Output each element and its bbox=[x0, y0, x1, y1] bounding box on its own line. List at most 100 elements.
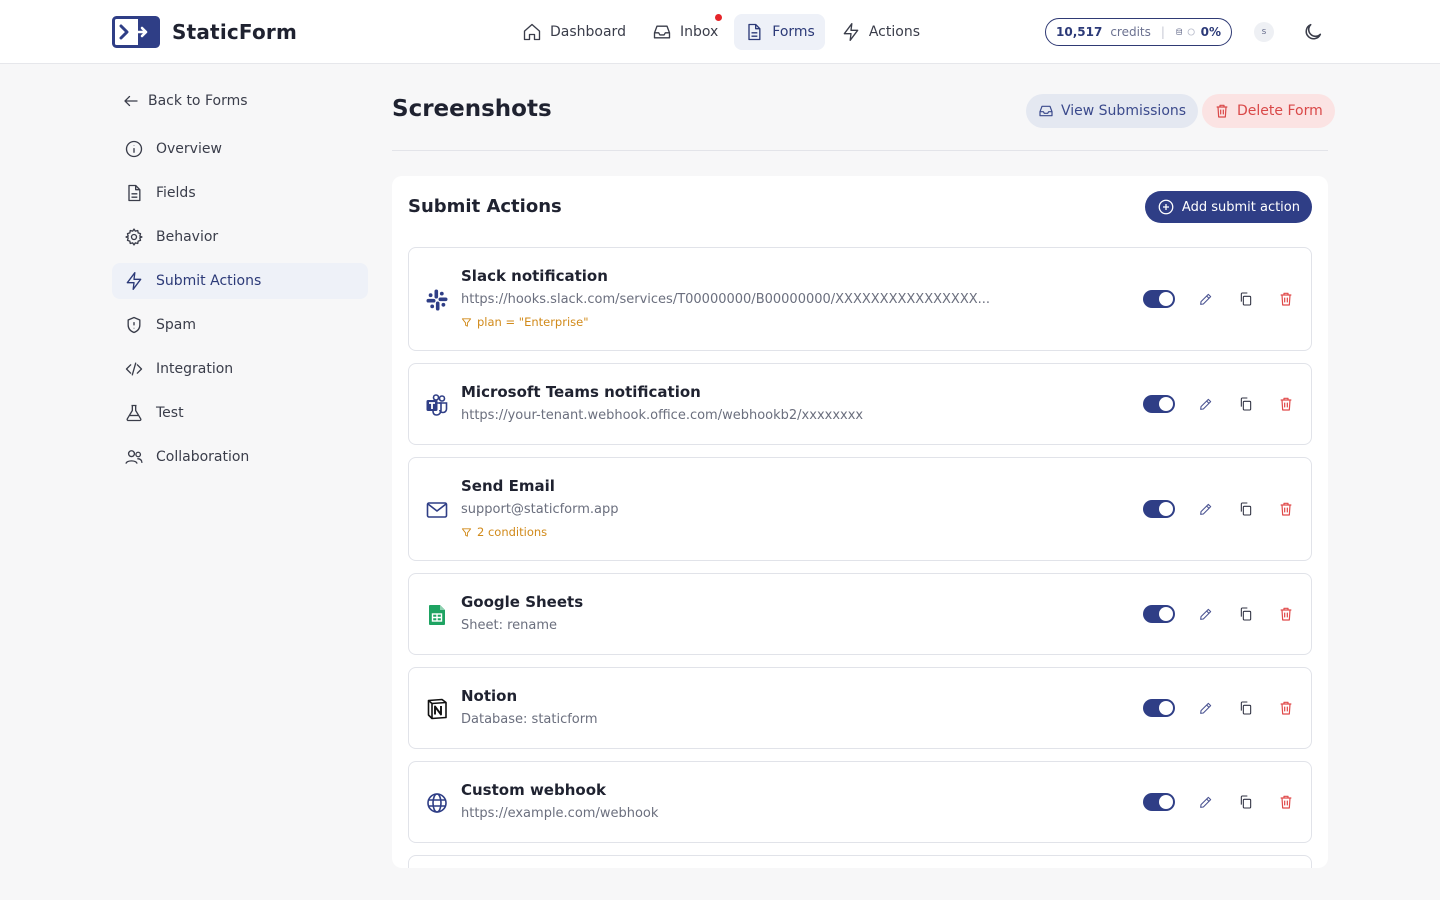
submit-actions-panel: Submit Actions Add submit action Slack n… bbox=[392, 176, 1328, 868]
sidebar-item-label: Fields bbox=[156, 185, 196, 201]
top-bar: StaticForm Dashboard Inbox Forms Actions… bbox=[0, 0, 1440, 64]
sidebar-item-label: Integration bbox=[156, 361, 234, 377]
credits-count: 10,517 bbox=[1056, 25, 1103, 39]
pencil-icon bbox=[1200, 293, 1212, 305]
enabled-toggle[interactable] bbox=[1143, 699, 1175, 717]
submit-action-card-email[interactable]: Send Email support@staticform.app 2 cond… bbox=[408, 457, 1312, 561]
sidebar-item-fields[interactable]: Fields bbox=[112, 175, 368, 211]
condition-text: 2 conditions bbox=[477, 525, 548, 539]
edit-button[interactable] bbox=[1197, 395, 1215, 413]
credits-pill[interactable]: 10,517 credits | 0% bbox=[1045, 18, 1232, 46]
credits-label: credits bbox=[1110, 25, 1151, 39]
page-bottom bbox=[0, 868, 1440, 900]
delete-form-label: Delete Form bbox=[1237, 103, 1323, 119]
submit-action-card-google-sheets[interactable]: Google Sheets Sheet: rename bbox=[408, 573, 1312, 655]
duplicate-button[interactable] bbox=[1237, 793, 1255, 811]
edit-button[interactable] bbox=[1197, 290, 1215, 308]
add-submit-action-button[interactable]: Add submit action bbox=[1144, 191, 1312, 223]
view-submissions-button[interactable]: View Submissions bbox=[1026, 94, 1199, 128]
card-text: Custom webhook https://example.com/webho… bbox=[461, 779, 1041, 823]
copy-icon bbox=[1240, 701, 1252, 715]
filter-icon bbox=[461, 527, 472, 537]
nav-dashboard[interactable]: Dashboard bbox=[512, 14, 636, 50]
submit-action-card-slack[interactable]: Slack notification https://hooks.slack.c… bbox=[408, 247, 1312, 351]
notification-dot bbox=[715, 14, 723, 21]
edit-button[interactable] bbox=[1197, 500, 1215, 518]
info-icon bbox=[125, 140, 143, 158]
sidebar-item-label: Overview bbox=[156, 141, 222, 157]
delete-button[interactable] bbox=[1277, 605, 1295, 623]
trash-icon bbox=[1280, 701, 1292, 715]
google-sheets-icon bbox=[429, 605, 445, 625]
copy-icon bbox=[1240, 607, 1252, 621]
moon-icon[interactable] bbox=[1302, 21, 1324, 43]
back-to-forms-link[interactable]: Back to Forms bbox=[122, 92, 248, 110]
nav-label: Forms bbox=[772, 24, 815, 40]
delete-button[interactable] bbox=[1277, 500, 1295, 518]
sidebar-item-submit-actions[interactable]: Submit Actions bbox=[112, 263, 368, 299]
enabled-toggle[interactable] bbox=[1143, 395, 1175, 413]
nav-label: Dashboard bbox=[550, 24, 626, 40]
trash-icon bbox=[1280, 292, 1292, 306]
bolt-icon bbox=[843, 23, 859, 41]
delete-button[interactable] bbox=[1277, 699, 1295, 717]
sidebar-item-spam[interactable]: Spam bbox=[112, 307, 368, 343]
card-subtitle: Sheet: rename bbox=[461, 618, 558, 633]
nav-forms[interactable]: Forms bbox=[734, 14, 825, 50]
card-condition: plan = "Enterprise" bbox=[461, 314, 1041, 330]
staticform-logo-icon bbox=[112, 16, 160, 48]
slack-icon bbox=[426, 289, 448, 311]
sidebar-item-test[interactable]: Test bbox=[112, 395, 368, 431]
card-subtitle: support@staticform.app bbox=[461, 502, 619, 517]
duplicate-button[interactable] bbox=[1237, 500, 1255, 518]
duplicate-button[interactable] bbox=[1237, 395, 1255, 413]
delete-form-button[interactable]: Delete Form bbox=[1202, 94, 1335, 128]
submit-action-list: Slack notification https://hooks.slack.c… bbox=[408, 247, 1312, 868]
edit-button[interactable] bbox=[1197, 793, 1215, 811]
sidebar-item-behavior[interactable]: Behavior bbox=[112, 219, 368, 255]
submit-action-card-notion[interactable]: Notion Database: staticform bbox=[408, 667, 1312, 749]
sidebar-item-overview[interactable]: Overview bbox=[112, 131, 368, 167]
globe-icon bbox=[427, 793, 447, 813]
add-submit-action-label: Add submit action bbox=[1181, 199, 1300, 215]
duplicate-button[interactable] bbox=[1237, 290, 1255, 308]
submit-action-card-webhook[interactable]: Custom webhook https://example.com/webho… bbox=[408, 761, 1312, 843]
condition-text: plan = "Enterprise" bbox=[477, 315, 589, 329]
card-title: Slack notification bbox=[461, 267, 608, 285]
sidebar-item-label: Collaboration bbox=[156, 449, 250, 465]
delete-button[interactable] bbox=[1277, 793, 1295, 811]
enabled-toggle[interactable] bbox=[1143, 500, 1175, 518]
card-title: Google Sheets bbox=[461, 593, 584, 611]
delete-button[interactable] bbox=[1277, 290, 1295, 308]
file-icon bbox=[748, 23, 761, 41]
card-subtitle: https://example.com/webhook bbox=[461, 806, 659, 821]
card-subtitle: https://hooks.slack.com/services/T000000… bbox=[461, 292, 991, 307]
submit-action-card-teams[interactable]: Microsoft Teams notification https://you… bbox=[408, 363, 1312, 445]
trash-icon bbox=[1216, 104, 1228, 118]
copy-icon bbox=[1240, 292, 1252, 306]
plus-circle-icon bbox=[1158, 199, 1174, 215]
nav-actions[interactable]: Actions bbox=[831, 14, 930, 50]
nav-inbox[interactable]: Inbox bbox=[642, 14, 728, 50]
flask-icon bbox=[126, 404, 142, 422]
enabled-toggle[interactable] bbox=[1143, 605, 1175, 623]
edit-button[interactable] bbox=[1197, 699, 1215, 717]
duplicate-button[interactable] bbox=[1237, 699, 1255, 717]
card-actions bbox=[1143, 395, 1295, 413]
card-text: Google Sheets Sheet: rename bbox=[461, 591, 1041, 635]
sidebar-item-label: Test bbox=[156, 405, 184, 421]
mail-icon bbox=[426, 502, 448, 518]
duplicate-button[interactable] bbox=[1237, 605, 1255, 623]
enabled-toggle[interactable] bbox=[1143, 793, 1175, 811]
card-actions bbox=[1143, 500, 1295, 518]
credits-separator: | bbox=[1160, 25, 1165, 39]
pencil-icon bbox=[1200, 398, 1212, 410]
sidebar-item-collaboration[interactable]: Collaboration bbox=[112, 439, 368, 475]
enabled-toggle[interactable] bbox=[1143, 290, 1175, 308]
card-text: Send Email support@staticform.app 2 cond… bbox=[461, 475, 1041, 540]
brand[interactable]: StaticForm bbox=[112, 16, 297, 48]
avatar[interactable]: s bbox=[1254, 22, 1274, 42]
edit-button[interactable] bbox=[1197, 605, 1215, 623]
sidebar-item-integration[interactable]: Integration bbox=[112, 351, 368, 387]
delete-button[interactable] bbox=[1277, 395, 1295, 413]
